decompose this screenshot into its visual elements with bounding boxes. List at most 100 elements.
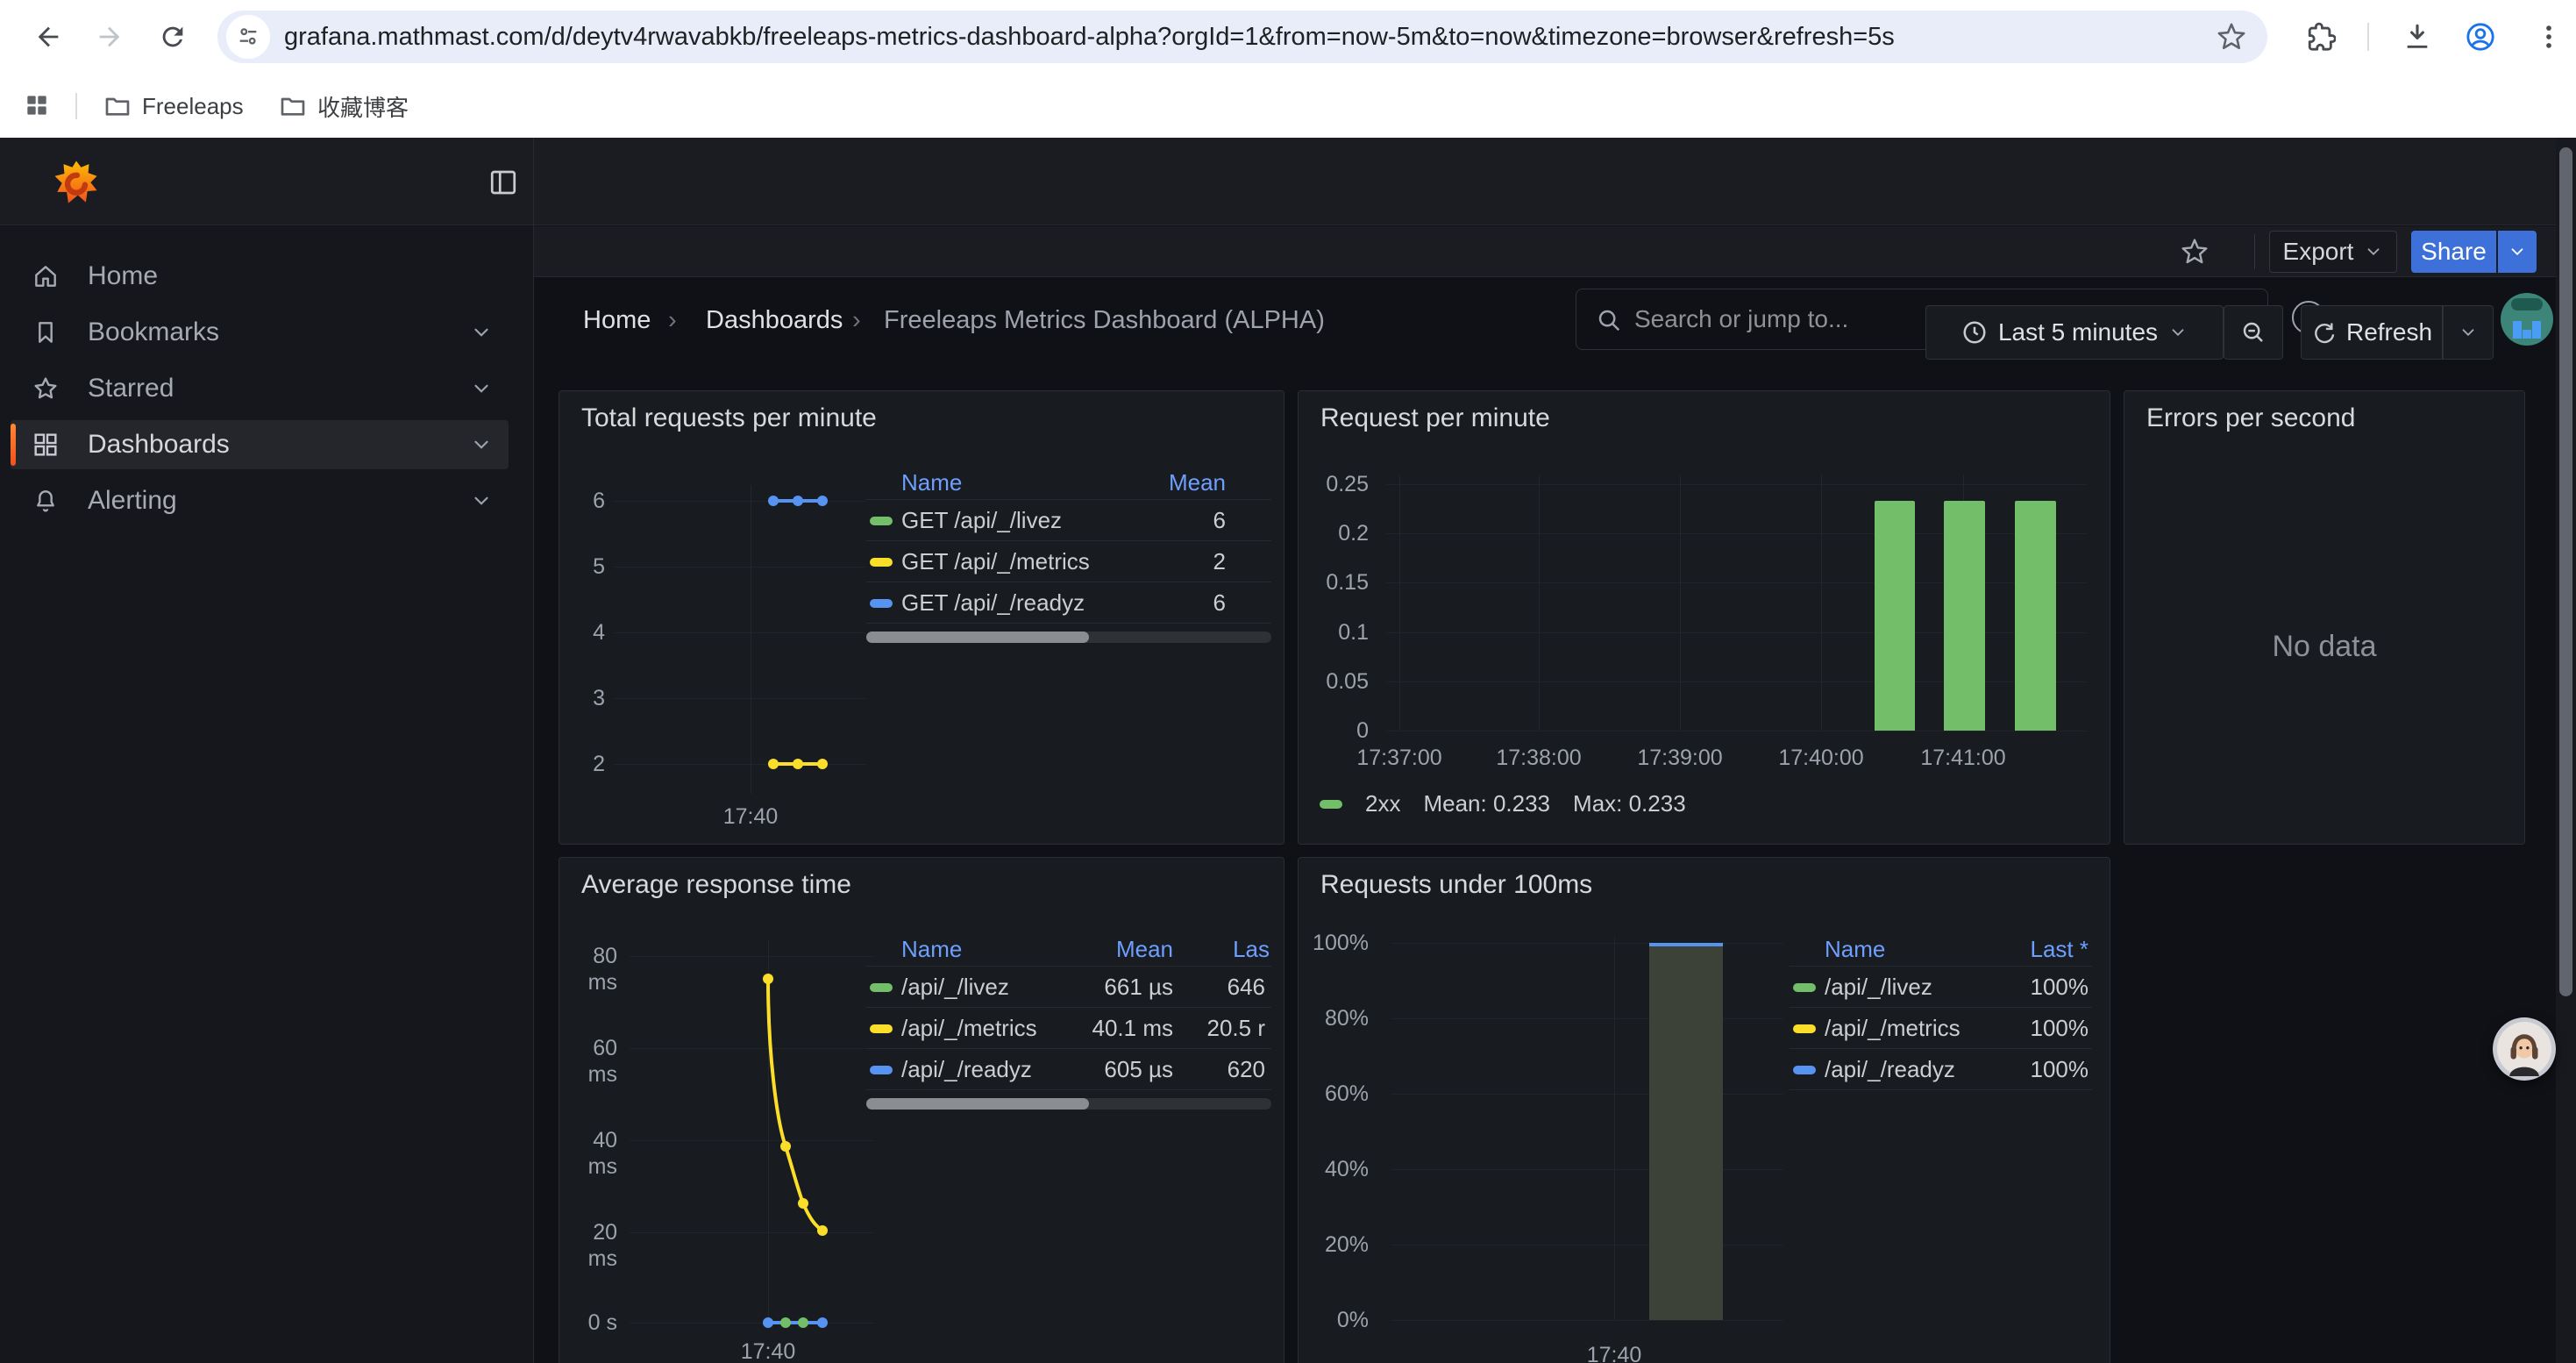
time-range-picker[interactable]: Last 5 minutes	[1925, 305, 2224, 360]
legend-row: GET /api/_/metrics 2	[866, 541, 1271, 582]
bookmark-folder-freeleaps[interactable]: Freeleaps	[103, 89, 244, 123]
grafana-logo-icon[interactable]	[51, 157, 102, 208]
x-tick: 17:37:00	[1338, 745, 1461, 771]
series-mean-value: 6	[1213, 500, 1226, 541]
profile-icon[interactable]	[2466, 22, 2495, 52]
zoom-out-button[interactable]	[2224, 305, 2283, 360]
x-tick: 17:40	[715, 1338, 821, 1363]
chevron-down-icon[interactable]	[470, 321, 493, 344]
legend-header-last[interactable]: Last *	[2031, 931, 2089, 967]
series-name[interactable]: 2xx	[1365, 790, 1400, 817]
series-last-value: 646	[1228, 967, 1265, 1008]
x-tick: 17:40	[698, 803, 803, 830]
series-color-pill[interactable]	[1793, 983, 1816, 992]
browser-menu-icon[interactable]	[2534, 22, 2564, 52]
legend-horizontal-scrollbar[interactable]	[866, 1098, 1271, 1110]
series-name[interactable]: /api/_/metrics	[901, 1008, 1037, 1049]
legend-header-name[interactable]: Name	[901, 465, 962, 500]
series-color-pill[interactable]	[1793, 1024, 1816, 1033]
bookmark-label: Freeleaps	[142, 93, 244, 120]
share-label: Share	[2421, 238, 2487, 266]
apps-grid-icon[interactable]	[23, 91, 51, 119]
sidebar-item-dashboards[interactable]: Dashboards	[11, 420, 509, 469]
panel-title[interactable]: Total requests per minute	[581, 403, 877, 433]
series-color-pill[interactable]	[870, 599, 893, 608]
scrollbar-thumb[interactable]	[866, 632, 1089, 643]
series-color-pill[interactable]	[870, 983, 893, 992]
floating-assistant-avatar[interactable]	[2493, 1017, 2556, 1081]
back-icon[interactable]	[33, 22, 63, 52]
series-color-pill[interactable]	[870, 558, 893, 567]
panel-title[interactable]: Average response time	[581, 870, 851, 900]
share-button[interactable]: Share	[2411, 231, 2496, 273]
series-mean-value: 40.1 ms	[1092, 1008, 1174, 1049]
chevron-down-icon[interactable]	[470, 377, 493, 400]
series-color-pill[interactable]	[1793, 1066, 1816, 1074]
chart-plot-area	[1386, 475, 2088, 731]
page-scrollbar-thumb[interactable]	[2559, 147, 2572, 996]
bookmark-star-icon[interactable]	[2217, 22, 2246, 52]
site-settings-button[interactable]	[226, 15, 270, 59]
series-name[interactable]: /api/_/readyz	[1825, 1049, 1955, 1090]
toolbar-divider	[2367, 23, 2369, 51]
sidebar-item-label: Starred	[88, 374, 174, 403]
legend-header-mean[interactable]: Mean	[1169, 465, 1226, 500]
sidebar-item-home[interactable]: Home	[11, 252, 509, 301]
series-color-pill[interactable]	[870, 1024, 893, 1033]
sidebar-item-starred[interactable]: Starred	[11, 364, 509, 413]
panel-title[interactable]: Requests under 100ms	[1320, 870, 1592, 900]
legend-header-name[interactable]: Name	[901, 931, 962, 967]
series-color-pill[interactable]	[870, 1066, 893, 1074]
x-tick: 17:40	[1562, 1342, 1667, 1363]
url-bar[interactable]: grafana.mathmast.com/d/deytv4rwavabkb/fr…	[217, 11, 2267, 63]
series-name[interactable]: /api/_/readyz	[901, 1049, 1032, 1090]
bell-icon	[32, 487, 60, 515]
active-item-accent	[11, 424, 16, 466]
y-tick: 60%	[1304, 1081, 1369, 1107]
avatar-pixel-face	[2513, 321, 2522, 330]
reload-icon[interactable]	[158, 22, 188, 52]
search-icon	[1596, 307, 1622, 333]
time-range-label: Last 5 minutes	[1998, 318, 2158, 346]
dashboard-actions-band: Export Share	[534, 226, 2576, 277]
extensions-icon[interactable]	[2306, 22, 2336, 52]
series-name[interactable]: GET /api/_/livez	[901, 500, 1062, 541]
panel-title[interactable]: Request per minute	[1320, 403, 1550, 433]
refresh-button[interactable]: Refresh	[2301, 305, 2443, 360]
legend-header-last[interactable]: Las	[1233, 931, 1270, 967]
panel-request-per-minute: Request per minute 0.25 0.2 0.15 0.1 0.0…	[1298, 390, 2110, 845]
forward-icon[interactable]	[95, 22, 125, 52]
share-menu-button[interactable]	[2498, 231, 2537, 273]
download-icon[interactable]	[2402, 22, 2432, 52]
breadcrumb-dashboards[interactable]: Dashboards	[706, 306, 843, 335]
favorite-star-icon[interactable]	[2181, 238, 2209, 266]
data-point	[817, 759, 828, 769]
sidebar-item-bookmarks[interactable]: Bookmarks	[11, 308, 509, 357]
panel-title[interactable]: Errors per second	[2146, 403, 2355, 433]
series-color-pill[interactable]	[1320, 800, 1342, 809]
legend-horizontal-scrollbar[interactable]	[866, 632, 1271, 643]
user-avatar[interactable]	[2501, 293, 2553, 346]
series-color-pill[interactable]	[870, 517, 893, 525]
series-name[interactable]: GET /api/_/metrics	[901, 541, 1090, 582]
export-button[interactable]: Export	[2269, 231, 2397, 273]
legend-header-name[interactable]: Name	[1825, 931, 1885, 967]
series-name[interactable]: /api/_/metrics	[1825, 1008, 1960, 1049]
legend-header-mean[interactable]: Mean	[1116, 931, 1173, 967]
breadcrumb-home[interactable]: Home	[583, 306, 651, 335]
browser-toolbar: grafana.mathmast.com/d/deytv4rwavabkb/fr…	[0, 0, 2576, 74]
series-name[interactable]: /api/_/livez	[1825, 967, 1932, 1008]
y-tick: 0	[1307, 717, 1369, 744]
data-point	[793, 759, 803, 769]
chevron-down-icon[interactable]	[470, 433, 493, 456]
refresh-interval-button[interactable]	[2443, 305, 2494, 360]
url-text[interactable]: grafana.mathmast.com/d/deytv4rwavabkb/fr…	[284, 23, 2222, 52]
mega-menu-toggle-icon[interactable]	[487, 167, 519, 198]
data-point	[817, 1225, 828, 1236]
bookmark-folder-blogs[interactable]: 收藏博客	[279, 89, 409, 123]
series-name[interactable]: /api/_/livez	[901, 967, 1009, 1008]
series-name[interactable]: GET /api/_/readyz	[901, 582, 1085, 624]
sidebar-item-alerting[interactable]: Alerting	[11, 476, 509, 525]
scrollbar-thumb[interactable]	[866, 1098, 1089, 1110]
chevron-down-icon[interactable]	[470, 489, 493, 512]
